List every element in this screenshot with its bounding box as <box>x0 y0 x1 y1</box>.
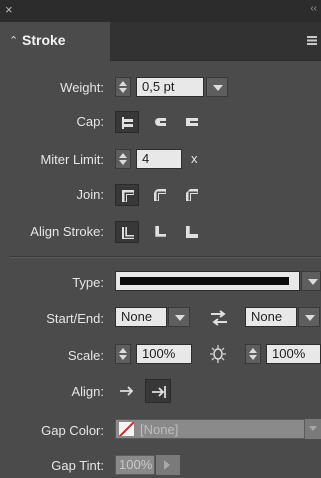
align-label: Align: <box>71 384 104 399</box>
section-divider <box>10 256 321 258</box>
miter-limit-input[interactable]: 4 <box>136 149 182 169</box>
panel-top-bar: × ‹‹ <box>0 0 321 22</box>
weight-stepper[interactable] <box>115 77 131 97</box>
round-join-button[interactable] <box>148 184 172 206</box>
panel-menu-icon[interactable] <box>307 36 317 45</box>
expand-chevron-icon[interactable]: ⌃ <box>9 34 18 47</box>
align-center-icon <box>122 227 134 239</box>
gap-color-value: [None] <box>140 422 179 437</box>
miter-limit-suffix: x <box>191 151 198 166</box>
swap-arrowheads-button[interactable] <box>208 309 230 327</box>
round-cap-icon <box>155 118 166 126</box>
type-label: Type: <box>72 275 104 290</box>
end-scale-stepper[interactable] <box>245 344 261 364</box>
end-arrowhead-dropdown-button[interactable] <box>298 307 320 327</box>
weight-input[interactable]: 0,5 pt <box>136 77 204 97</box>
start-arrowhead-dropdown-button[interactable] <box>168 307 190 327</box>
tab-stroke[interactable]: ⌃ Stroke <box>0 22 110 61</box>
miter-limit-stepper[interactable] <box>115 149 131 169</box>
start-scale-stepper[interactable] <box>115 344 131 364</box>
round-join-icon <box>154 189 166 201</box>
align-stroke-outside-button[interactable] <box>180 221 204 243</box>
collapse-panel-icon[interactable]: ‹‹ <box>310 3 317 14</box>
arrow-place-inside-button[interactable] <box>145 379 171 403</box>
cap-label: Cap: <box>76 114 104 129</box>
align-stroke-inside-button[interactable] <box>148 221 172 243</box>
miter-join-icon <box>122 190 134 202</box>
start-arrowhead-select[interactable]: None <box>115 307 167 327</box>
bevel-join-button[interactable] <box>180 184 204 206</box>
align-stroke-label: Align Stroke: <box>30 224 104 239</box>
butt-cap-icon <box>122 117 133 129</box>
link-scale-button[interactable] <box>207 343 229 365</box>
align-inside-icon <box>154 226 166 238</box>
start-scale-input[interactable]: 100% <box>136 344 192 364</box>
panel-tab-row: ⌃ Stroke <box>0 22 321 61</box>
none-swatch-icon <box>119 422 134 436</box>
arrow-place-inside-icon <box>152 386 166 398</box>
gap-tint-label: Gap Tint: <box>51 458 104 473</box>
miter-limit-label: Miter Limit: <box>40 152 104 167</box>
gap-tint-slider-button[interactable] <box>156 455 180 475</box>
butt-cap-button[interactable] <box>115 111 139 133</box>
align-stroke-center-button[interactable] <box>115 221 139 243</box>
start-end-label: Start/End: <box>46 311 104 326</box>
solid-stroke-preview <box>120 277 289 285</box>
weight-label: Weight: <box>60 80 104 95</box>
arrow-extend-icon <box>120 386 134 396</box>
arrow-extend-button[interactable] <box>115 380 139 402</box>
close-icon[interactable]: × <box>5 2 13 17</box>
projecting-cap-icon <box>186 118 198 126</box>
gap-color-dropdown-button[interactable] <box>305 419 321 439</box>
panel-title: Stroke <box>22 32 66 48</box>
swap-arrows-icon <box>211 310 227 326</box>
gap-color-label: Gap Color: <box>41 423 104 438</box>
end-scale-input[interactable]: 100% <box>266 344 321 364</box>
scale-label: Scale: <box>67 348 104 363</box>
stroke-type-dropdown-button[interactable] <box>301 271 321 291</box>
miter-join-button[interactable] <box>115 184 139 206</box>
weight-dropdown-button[interactable] <box>206 77 228 97</box>
projecting-cap-button[interactable] <box>180 111 204 133</box>
end-arrowhead-select[interactable]: None <box>245 307 297 327</box>
gap-tint-input[interactable]: 100% <box>115 455 155 475</box>
round-cap-button[interactable] <box>148 111 172 133</box>
gap-color-select[interactable]: [None] <box>115 419 305 439</box>
align-outside-icon <box>186 226 198 238</box>
join-label: Join: <box>76 187 104 202</box>
stroke-type-select[interactable] <box>115 271 300 291</box>
bevel-join-icon <box>186 189 198 201</box>
chain-link-icon <box>210 345 226 363</box>
